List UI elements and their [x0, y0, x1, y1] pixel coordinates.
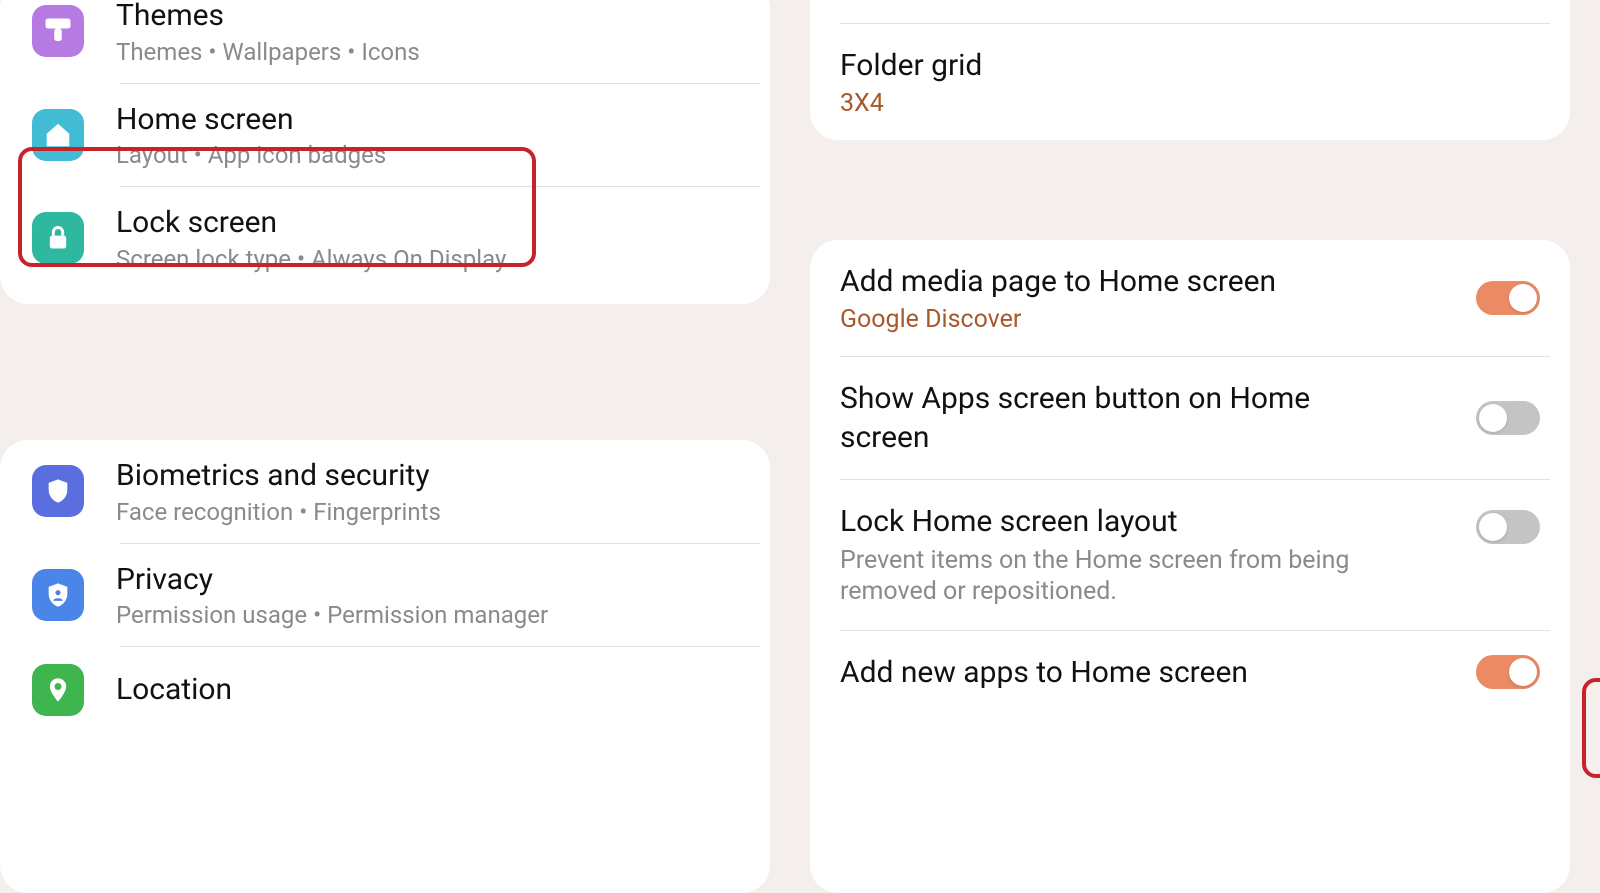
- settings-item-lock-screen[interactable]: Lock screen Screen lock type • Always On…: [0, 187, 770, 290]
- apps-button-toggle[interactable]: [1476, 401, 1540, 435]
- privacy-icon: [32, 569, 84, 621]
- media-page-sub: Google Discover: [840, 305, 1380, 334]
- apps-grid-item[interactable]: 4X5: [810, 0, 1570, 23]
- add-new-toggle[interactable]: [1476, 655, 1540, 689]
- add-new-title: Add new apps to Home screen: [840, 653, 1380, 692]
- bio-subtitle: Face recognition • Fingerprints: [116, 498, 746, 526]
- settings-item-home-screen[interactable]: Home screen Layout • App icon badges: [0, 84, 770, 187]
- add-media-page-item[interactable]: Add media page to Home screen Google Dis…: [810, 240, 1570, 356]
- themes-title: Themes: [116, 0, 746, 35]
- settings-item-themes[interactable]: Themes Themes • Wallpapers • Icons: [0, 0, 770, 83]
- location-pin-icon: [32, 664, 84, 716]
- lock-title: Lock screen: [116, 204, 746, 242]
- folder-grid-item[interactable]: Folder grid 3X4: [810, 24, 1570, 140]
- home-title: Home screen: [116, 101, 746, 139]
- bio-title: Biometrics and security: [116, 457, 746, 495]
- location-title: Location: [116, 671, 746, 709]
- lock-layout-item[interactable]: Lock Home screen layout Prevent items on…: [810, 480, 1570, 630]
- settings-item-privacy[interactable]: Privacy Permission usage • Permission ma…: [0, 544, 770, 647]
- apps-grid-value: 4X5: [840, 0, 1540, 1]
- settings-item-biometrics[interactable]: Biometrics and security Face recognition…: [0, 440, 770, 543]
- folder-grid-title: Folder grid: [840, 46, 1540, 85]
- privacy-title: Privacy: [116, 561, 746, 599]
- add-new-apps-item[interactable]: Add new apps to Home screen: [810, 631, 1570, 714]
- show-apps-button-item[interactable]: Show Apps screen button on Home screen: [810, 357, 1570, 479]
- settings-item-location[interactable]: Location: [0, 647, 770, 733]
- themes-subtitle: Themes • Wallpapers • Icons: [116, 38, 746, 66]
- home-icon: [32, 109, 84, 161]
- apps-button-title: Show Apps screen button on Home screen: [840, 379, 1380, 457]
- home-subtitle: Layout • App icon badges: [116, 141, 746, 169]
- privacy-subtitle: Permission usage • Permission manager: [116, 601, 746, 629]
- lock-subtitle: Screen lock type • Always On Display: [116, 245, 746, 273]
- lock-layout-title: Lock Home screen layout: [840, 502, 1380, 541]
- highlight-add-new-apps: [1582, 678, 1600, 778]
- lock-layout-toggle[interactable]: [1476, 510, 1540, 544]
- media-page-toggle[interactable]: [1476, 281, 1540, 315]
- folder-grid-value: 3X4: [840, 89, 1540, 118]
- lock-icon: [32, 212, 84, 264]
- media-page-title: Add media page to Home screen: [840, 262, 1380, 301]
- lock-layout-desc: Prevent items on the Home screen from be…: [840, 545, 1380, 608]
- shield-icon: [32, 465, 84, 517]
- themes-icon: [32, 5, 84, 57]
